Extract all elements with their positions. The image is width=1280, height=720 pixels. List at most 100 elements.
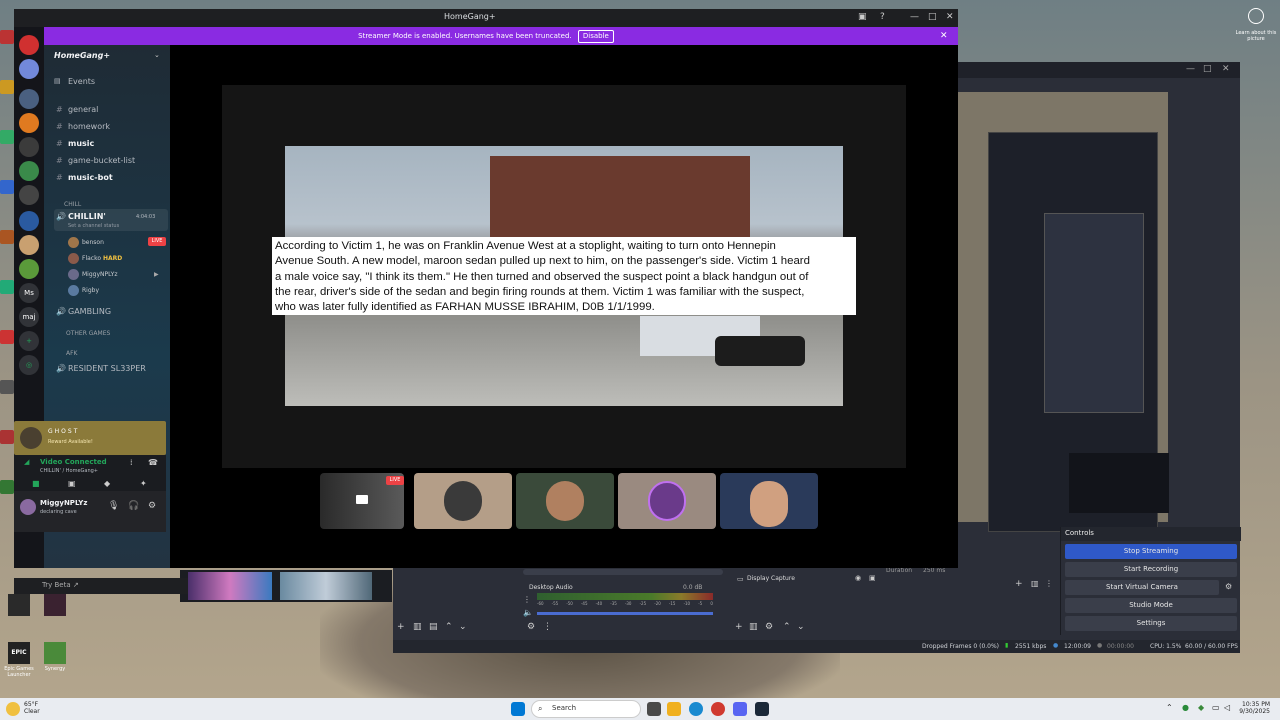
- steam-icon[interactable]: [755, 702, 769, 716]
- participant-tile[interactable]: [720, 473, 818, 529]
- participant-tile[interactable]: [414, 473, 512, 529]
- move-down-icon[interactable]: ⌄: [459, 622, 467, 632]
- participant-tile[interactable]: [516, 473, 614, 529]
- audio-fader[interactable]: [537, 612, 713, 615]
- source-label[interactable]: Display Capture: [747, 575, 795, 582]
- start-recording-button[interactable]: Start Recording: [1065, 562, 1237, 577]
- add-server-icon[interactable]: +: [19, 331, 39, 351]
- windows-start-icon[interactable]: [511, 702, 525, 716]
- tray-icon[interactable]: ◆: [1198, 703, 1204, 712]
- voice-user[interactable]: MiggyNPLYz: [68, 269, 117, 280]
- stop-streaming-button[interactable]: Stop Streaming: [1065, 544, 1237, 559]
- volume-slider[interactable]: [523, 569, 723, 575]
- settings-button[interactable]: Settings: [1065, 616, 1237, 631]
- filter-icon[interactable]: ▤: [429, 622, 438, 632]
- participant-tile[interactable]: [618, 473, 716, 529]
- voice-user[interactable]: benson: [68, 237, 104, 248]
- avatar[interactable]: [20, 499, 36, 515]
- server-icon[interactable]: [19, 259, 39, 279]
- microphone-icon[interactable]: 🎙: [108, 501, 119, 511]
- server-icon[interactable]: [19, 185, 39, 205]
- category-afk[interactable]: AFK: [66, 350, 78, 357]
- move-up-icon[interactable]: ⌃: [445, 622, 453, 632]
- gear-icon[interactable]: ⚙: [527, 622, 535, 632]
- eye-icon[interactable]: ◉: [855, 574, 861, 582]
- gear-icon[interactable]: ⚙: [148, 501, 156, 511]
- desktop-app-icon[interactable]: [0, 430, 14, 444]
- task-view-icon[interactable]: [647, 702, 661, 716]
- inbox-icon[interactable]: ▣: [858, 12, 867, 22]
- more-icon[interactable]: ⋮: [1045, 579, 1053, 588]
- desktop-app-icon[interactable]: [44, 594, 66, 616]
- speaker-icon[interactable]: 🔈: [523, 608, 533, 617]
- chrome-icon[interactable]: [711, 702, 725, 716]
- desktop-app-icon[interactable]: [0, 80, 14, 94]
- minimize-icon[interactable]: —: [1186, 64, 1195, 74]
- disable-button[interactable]: Disable: [577, 30, 614, 43]
- trash-icon[interactable]: ▥: [749, 622, 758, 632]
- lock-icon[interactable]: ▣: [869, 574, 876, 582]
- desktop-app-icon[interactable]: [8, 594, 30, 616]
- desktop-app-icon[interactable]: [0, 330, 14, 344]
- minimize-icon[interactable]: —: [910, 12, 919, 22]
- headphones-icon[interactable]: 🎧: [128, 501, 139, 511]
- tray-icon[interactable]: ●: [1182, 703, 1189, 712]
- close-icon[interactable]: ✕: [946, 12, 954, 22]
- gear-icon[interactable]: ⚙: [765, 622, 773, 632]
- chevron-up-icon[interactable]: ⌃: [1166, 703, 1173, 712]
- camera-icon[interactable]: ■: [32, 479, 40, 488]
- channel-game-bucket-list[interactable]: game-bucket-list: [68, 156, 135, 165]
- reward-banner[interactable]: GHOST Reward Available!: [14, 421, 166, 455]
- add-icon[interactable]: +: [735, 622, 743, 632]
- epic-games-icon[interactable]: EPIC: [8, 642, 30, 664]
- desktop-app-icon[interactable]: [0, 130, 14, 144]
- move-up-icon[interactable]: ⌃: [783, 622, 791, 632]
- thumbnail[interactable]: [188, 572, 272, 600]
- more-icon[interactable]: ⋮: [543, 622, 552, 632]
- thumbnail[interactable]: [280, 572, 372, 600]
- server-icon[interactable]: [19, 235, 39, 255]
- compass-icon[interactable]: ◎: [19, 355, 39, 375]
- file-explorer-icon[interactable]: [667, 702, 681, 716]
- events-link[interactable]: Events: [68, 77, 95, 86]
- close-icon[interactable]: ✕: [940, 27, 948, 45]
- volume-icon[interactable]: ◁: [1224, 703, 1230, 712]
- server-icon[interactable]: maj: [19, 307, 39, 327]
- close-icon[interactable]: ✕: [1222, 64, 1230, 74]
- maximize-icon[interactable]: □: [1203, 64, 1212, 74]
- search-input[interactable]: ⌕ Search: [531, 700, 641, 718]
- server-name[interactable]: HomeGang+: [54, 51, 110, 60]
- server-icon[interactable]: [19, 113, 39, 133]
- server-icon[interactable]: [19, 161, 39, 181]
- channel-music[interactable]: music: [68, 139, 94, 148]
- help-icon[interactable]: ?: [880, 12, 885, 22]
- studio-mode-button[interactable]: Studio Mode: [1065, 598, 1237, 613]
- gear-icon[interactable]: ⚙: [1225, 582, 1232, 591]
- trash-icon[interactable]: ▥: [413, 622, 422, 632]
- voice-channel-gambling[interactable]: GAMBLING: [68, 307, 111, 316]
- desktop-app-icon[interactable]: [0, 480, 14, 494]
- server-icon[interactable]: [19, 35, 39, 55]
- server-icon[interactable]: Ms: [19, 283, 39, 303]
- start-virtual-camera-button[interactable]: Start Virtual Camera: [1065, 580, 1219, 595]
- voice-user[interactable]: Flacko HARD: [68, 253, 122, 264]
- try-beta-link[interactable]: Try Beta ↗: [14, 578, 188, 594]
- screen-share-icon[interactable]: ▣: [68, 479, 76, 488]
- voice-location[interactable]: CHILLIN' / HomeGang+: [40, 468, 98, 474]
- channel-homework[interactable]: homework: [68, 122, 110, 131]
- server-icon[interactable]: [19, 211, 39, 231]
- channel-status-hint[interactable]: Set a channel status: [68, 223, 119, 229]
- video-connected-title[interactable]: Video Connected: [40, 458, 107, 466]
- weather-icon[interactable]: [6, 702, 20, 716]
- learn-about-picture[interactable]: Learn about this picture: [1234, 30, 1278, 42]
- voice-user[interactable]: Rigby: [68, 285, 99, 296]
- category-chill[interactable]: CHILL: [64, 201, 81, 208]
- network-icon[interactable]: ▭: [1212, 703, 1220, 712]
- noise-suppression-icon[interactable]: ⁞: [130, 458, 133, 467]
- trash-icon[interactable]: ▥: [1031, 579, 1039, 588]
- voice-channel-resident[interactable]: RESIDENT SL33PER: [68, 364, 146, 373]
- server-icon[interactable]: [19, 89, 39, 109]
- add-icon[interactable]: +: [1015, 579, 1023, 589]
- synergy-icon[interactable]: [44, 642, 66, 664]
- discord-icon[interactable]: [733, 702, 747, 716]
